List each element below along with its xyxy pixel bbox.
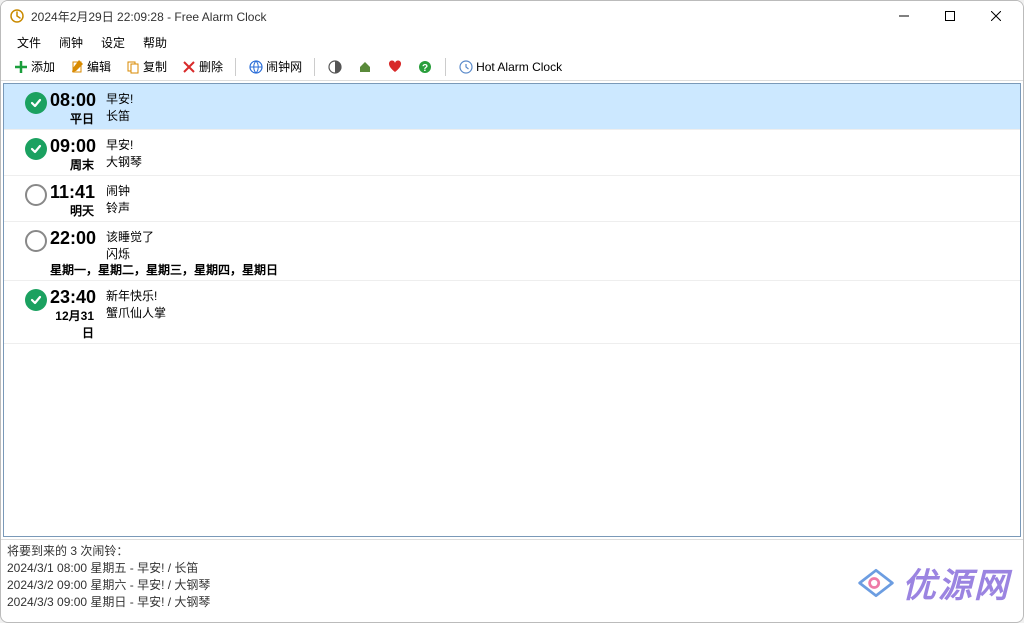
menu-alarm[interactable]: 闹钟	[51, 32, 91, 53]
clock-icon	[458, 59, 474, 75]
hot-alarm-button[interactable]: Hot Alarm Clock	[452, 57, 568, 77]
alarm-sound: 铃声	[106, 199, 1008, 216]
alarm-net-label: 闹钟网	[266, 58, 302, 75]
check-icon	[25, 92, 47, 114]
separator	[314, 58, 315, 76]
alarm-sound: 长笛	[106, 107, 1008, 124]
contrast-icon	[327, 59, 343, 75]
add-button[interactable]: 添加	[7, 56, 61, 77]
alarm-time: 08:00	[50, 90, 94, 111]
separator	[235, 58, 236, 76]
window-title: 2024年2月29日 22:09:28 - Free Alarm Clock	[31, 8, 881, 25]
hot-alarm-label: Hot Alarm Clock	[476, 60, 562, 74]
menu-help[interactable]: 帮助	[135, 32, 175, 53]
alarm-schedule: 12月31日	[50, 307, 94, 341]
pencil-icon	[69, 59, 85, 75]
question-icon: ?	[417, 59, 433, 75]
add-label: 添加	[31, 58, 55, 75]
alarm-row[interactable]: 11:41明天闹钟铃声	[4, 176, 1020, 222]
alarm-schedule: 平日	[50, 110, 94, 127]
edit-label: 编辑	[87, 58, 111, 75]
edit-button[interactable]: 编辑	[63, 56, 117, 77]
minimize-button[interactable]	[881, 1, 927, 31]
alarm-label: 早安!	[106, 136, 1008, 153]
alarm-schedule: 星期一，星期二，星期三，星期四，星期日	[50, 261, 1008, 278]
app-icon	[9, 8, 25, 24]
menu-file[interactable]: 文件	[9, 32, 49, 53]
copy-label: 复制	[143, 58, 167, 75]
plus-icon	[13, 59, 29, 75]
alarm-row[interactable]: 08:00平日早安!长笛	[4, 84, 1020, 130]
help-button[interactable]: ?	[411, 57, 439, 77]
alarm-row[interactable]: 22:00 该睡觉了闪烁星期一，星期二，星期三，星期四，星期日	[4, 222, 1020, 281]
alarm-time: 22:00	[50, 228, 94, 249]
alarm-time: 09:00	[50, 136, 94, 157]
alarm-label: 新年快乐!	[106, 287, 1008, 304]
alarm-label: 该睡觉了	[106, 228, 1008, 245]
globe-icon	[248, 59, 264, 75]
alarm-row[interactable]: 23:4012月31日新年快乐!蟹爪仙人掌	[4, 281, 1020, 344]
upcoming-title: 将要到来的 3 次闹铃：	[7, 542, 1017, 559]
alarm-schedule: 周末	[50, 156, 94, 173]
check-icon	[25, 138, 47, 160]
alarm-sound: 大钢琴	[106, 153, 1008, 170]
status-bar	[1, 614, 1023, 622]
alarm-status-toggle[interactable]	[22, 287, 50, 341]
circle-icon	[25, 230, 47, 252]
house-icon	[357, 59, 373, 75]
titlebar: 2024年2月29日 22:09:28 - Free Alarm Clock	[1, 1, 1023, 31]
window-controls	[881, 1, 1019, 31]
check-icon	[25, 289, 47, 311]
alarm-status-toggle[interactable]	[22, 90, 50, 127]
alarm-status-toggle[interactable]	[22, 136, 50, 173]
delete-label: 删除	[199, 58, 223, 75]
alarm-sound: 闪烁	[106, 245, 1008, 262]
alarm-time: 11:41	[50, 182, 94, 203]
alarm-schedule: 明天	[50, 202, 94, 219]
maximize-button[interactable]	[927, 1, 973, 31]
alarm-list[interactable]: 08:00平日早安!长笛09:00周末早安!大钢琴11:41明天闹钟铃声22:0…	[3, 83, 1021, 537]
heart-icon	[387, 59, 403, 75]
x-icon	[181, 59, 197, 75]
alarm-label: 早安!	[106, 90, 1008, 107]
home-button[interactable]	[351, 57, 379, 77]
watermark: 优源网	[856, 558, 1010, 607]
alarm-net-button[interactable]: 闹钟网	[242, 56, 308, 77]
alarm-label: 闹钟	[106, 182, 1008, 199]
menu-settings[interactable]: 设定	[93, 32, 133, 53]
alarm-sound: 蟹爪仙人掌	[106, 304, 1008, 321]
watermark-icon	[856, 563, 896, 603]
svg-text:?: ?	[422, 63, 428, 74]
menubar: 文件 闹钟 设定 帮助	[1, 31, 1023, 53]
toolbar: 添加 编辑 复制 删除 闹钟网 ?	[1, 53, 1023, 81]
close-button[interactable]	[973, 1, 1019, 31]
window: 2024年2月29日 22:09:28 - Free Alarm Clock 文…	[0, 0, 1024, 623]
alarm-status-toggle[interactable]	[22, 228, 50, 278]
alarm-status-toggle[interactable]	[22, 182, 50, 219]
favorite-button[interactable]	[381, 57, 409, 77]
copy-icon	[125, 59, 141, 75]
circle-icon	[25, 184, 47, 206]
delete-button[interactable]: 删除	[175, 56, 229, 77]
separator	[445, 58, 446, 76]
watermark-text: 优源网	[902, 558, 1010, 607]
copy-button[interactable]: 复制	[119, 56, 173, 77]
alarm-row[interactable]: 09:00周末早安!大钢琴	[4, 130, 1020, 176]
theme-button[interactable]	[321, 57, 349, 77]
alarm-time: 23:40	[50, 287, 94, 308]
